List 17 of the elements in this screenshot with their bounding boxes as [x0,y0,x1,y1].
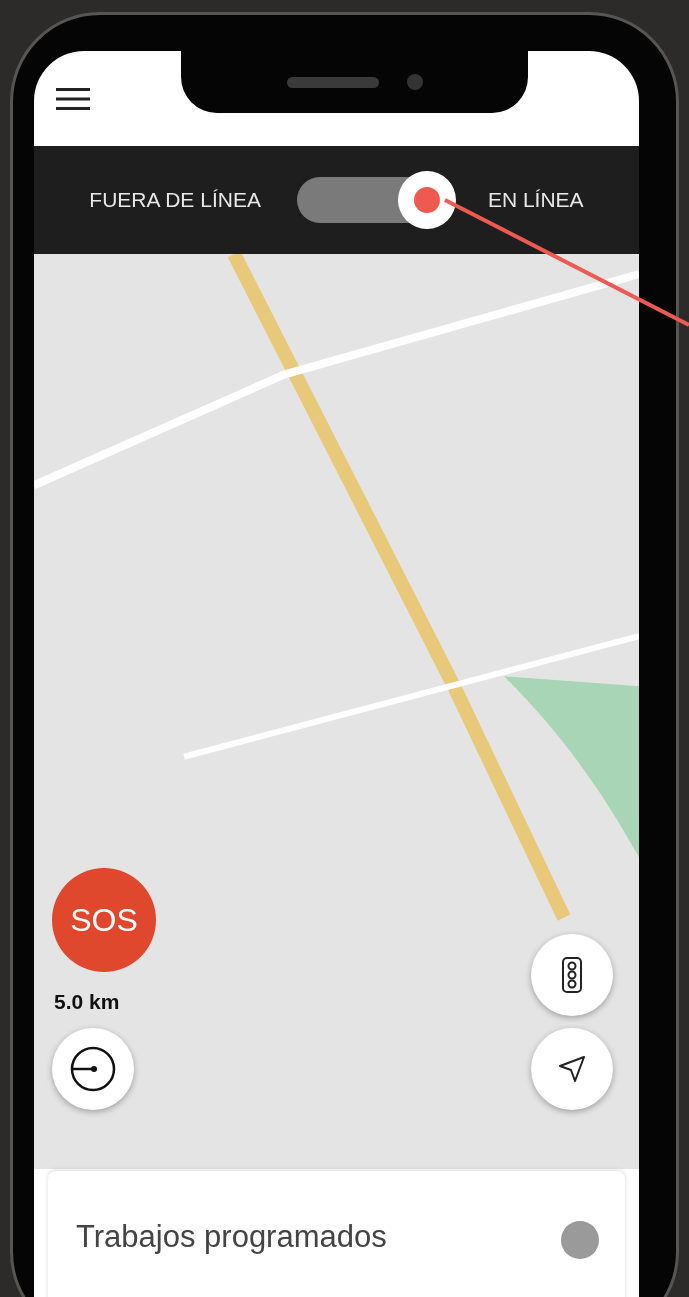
speaker-icon [286,76,379,88]
navigation-arrow-icon [557,1054,587,1084]
menu-icon[interactable] [56,86,90,111]
sos-button[interactable]: SOS [52,868,156,972]
scheduled-jobs-card[interactable]: Trabajos programados [48,1171,625,1297]
offline-label: FUERA DE LÍNEA [89,188,261,212]
traffic-light-icon [562,957,582,993]
radius-button[interactable] [52,1028,134,1110]
toggle-thumb [397,171,456,229]
online-label: EN LÍNEA [487,188,584,212]
status-dot-icon [561,1221,599,1259]
scheduled-jobs-title: Trabajos programados [76,1219,387,1255]
traffic-button[interactable] [531,934,613,1016]
radius-label: 5.0 km [54,990,120,1014]
camera-icon [406,74,423,90]
navigation-button[interactable] [531,1028,613,1110]
radius-icon [68,1044,118,1094]
